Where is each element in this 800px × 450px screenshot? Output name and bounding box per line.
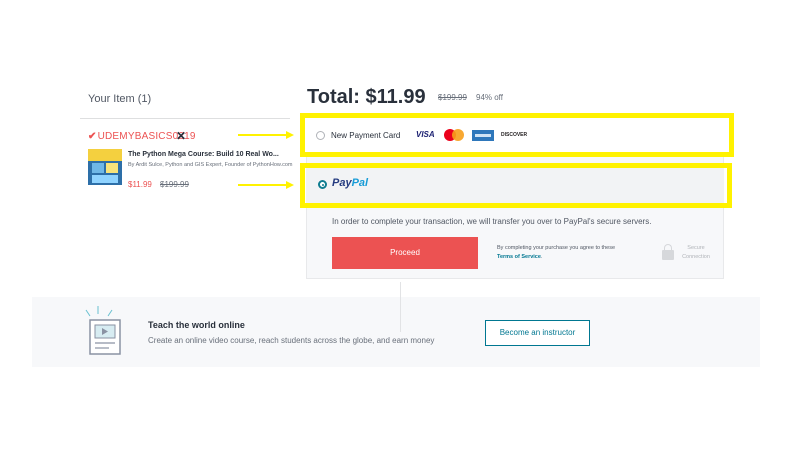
your-item-header: Your Item (1) — [88, 93, 152, 105]
lock-icon — [662, 244, 674, 260]
course-title[interactable]: The Python Mega Course: Build 10 Real Wo… — [128, 151, 279, 158]
check-icon: ✔ — [88, 131, 97, 142]
secure-connection-label: Secure Connection — [682, 245, 710, 260]
banner-subtitle: Create an online video course, reach stu… — [148, 336, 435, 345]
proceed-button[interactable]: Proceed — [332, 237, 478, 269]
arrow-right-icon — [238, 131, 294, 139]
course-author: By Ardit Sulce, Python and GIS Expert, F… — [128, 162, 293, 168]
divider — [80, 118, 290, 119]
arrow-right-icon — [238, 181, 294, 189]
transfer-info-text: In order to complete your transaction, w… — [332, 217, 652, 226]
video-course-icon — [85, 306, 121, 355]
terms-link[interactable]: Terms of Service — [497, 254, 541, 260]
become-instructor-button[interactable]: Become an instructor — [485, 320, 590, 346]
banner-title: Teach the world online — [148, 320, 245, 330]
divider — [400, 282, 401, 332]
discount-percent: 94% off — [476, 93, 503, 102]
terms-agreement: By completing your purchase you agree to… — [497, 245, 616, 260]
teach-banner — [32, 297, 760, 367]
course-original-price: $199.99 — [160, 180, 189, 189]
remove-coupon-icon[interactable]: ✕ — [176, 129, 186, 143]
highlight-box — [300, 113, 734, 157]
course-thumbnail[interactable] — [88, 149, 122, 185]
total-original-price: $199.99 — [438, 93, 467, 102]
total-price: Total: $11.99 — [307, 86, 426, 108]
highlight-box — [300, 163, 732, 208]
course-price: $11.99 — [128, 180, 152, 189]
